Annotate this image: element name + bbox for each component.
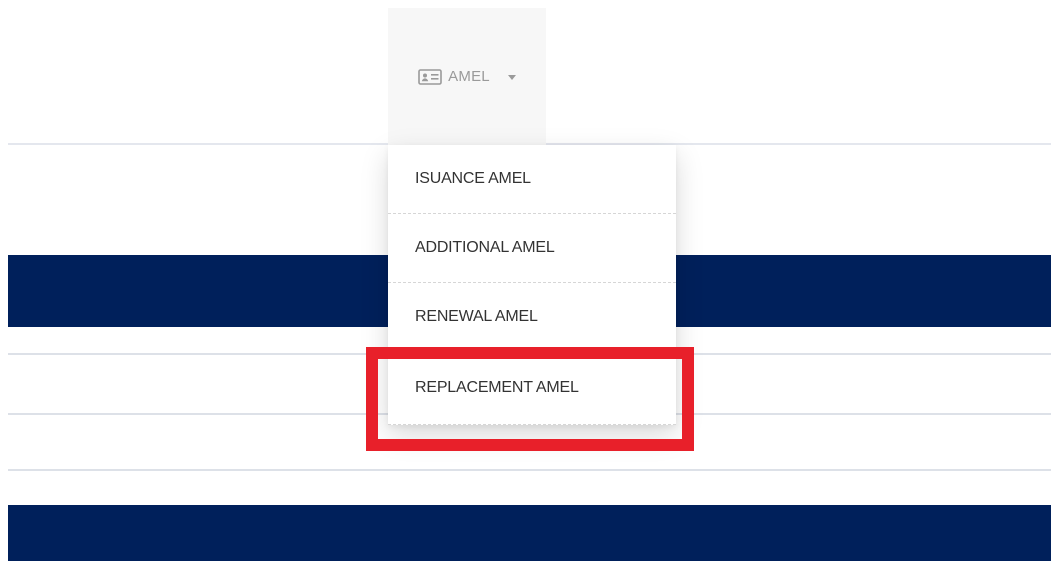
nav-menu-label: AMEL <box>448 68 490 85</box>
navy-footer-band <box>8 505 1051 561</box>
menu-item-replacement-amel[interactable]: REPLACEMENT AMEL <box>388 352 676 425</box>
menu-item-renewal-amel[interactable]: RENEWAL AMEL <box>388 283 676 352</box>
nav-menu-amel[interactable]: AMEL <box>388 8 546 145</box>
caret-down-icon <box>507 75 516 80</box>
id-card-icon <box>418 68 442 85</box>
page: AMEL ISUANCE AMEL ADDITIONAL AMEL RENEWA… <box>0 0 1051 561</box>
amel-dropdown-menu: ISUANCE AMEL ADDITIONAL AMEL RENEWAL AME… <box>388 145 676 425</box>
menu-item-isuance-amel[interactable]: ISUANCE AMEL <box>388 145 676 214</box>
row-divider <box>8 469 1051 471</box>
menu-item-additional-amel[interactable]: ADDITIONAL AMEL <box>388 214 676 283</box>
